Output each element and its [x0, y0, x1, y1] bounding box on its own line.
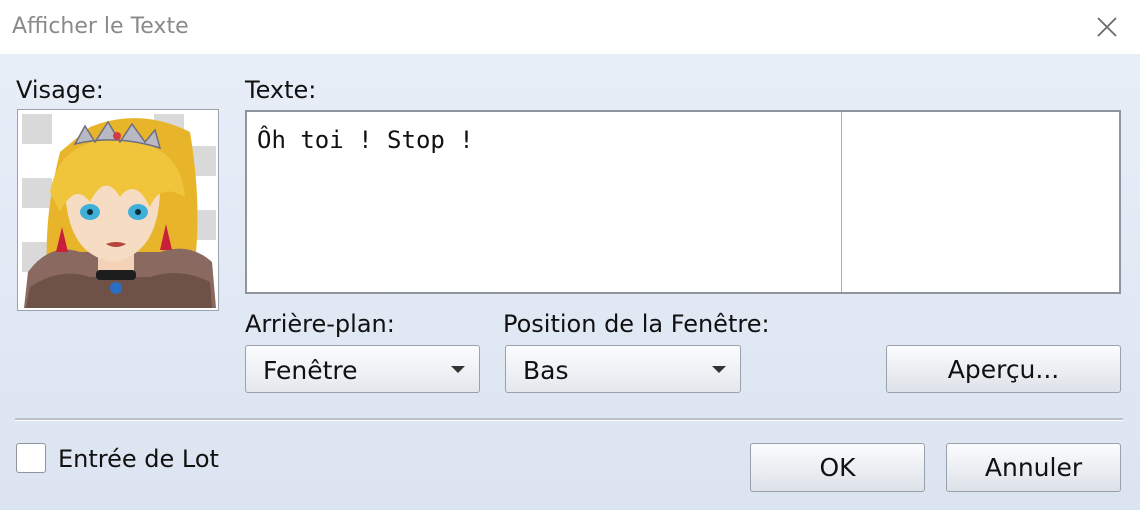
- batch-entry-label: Entrée de Lot: [58, 445, 219, 473]
- text-label: Texte:: [245, 76, 317, 104]
- title-bar: Afficher le Texte: [0, 0, 1140, 54]
- background-label: Arrière-plan:: [245, 310, 395, 338]
- separator: [15, 418, 1123, 421]
- chevron-down-icon: [712, 366, 726, 373]
- close-button[interactable]: [1090, 10, 1124, 44]
- character-portrait-icon: [22, 114, 216, 308]
- close-icon: [1097, 17, 1117, 37]
- chevron-down-icon: [451, 366, 465, 373]
- face-label: Visage:: [16, 76, 104, 104]
- position-label: Position de la Fenêtre:: [503, 310, 770, 338]
- position-value: Bas: [523, 356, 569, 385]
- message-textarea[interactable]: Ôh toi ! Stop !: [245, 110, 1121, 294]
- message-text: Ôh toi ! Stop !: [257, 126, 474, 154]
- text-width-guide: [841, 112, 842, 292]
- batch-entry-checkbox[interactable]: [16, 443, 46, 473]
- background-value: Fenêtre: [263, 356, 358, 385]
- cancel-button[interactable]: Annuler: [946, 443, 1121, 492]
- background-select[interactable]: Fenêtre: [245, 345, 480, 393]
- face-selector[interactable]: [17, 109, 219, 311]
- ok-button[interactable]: OK: [750, 443, 925, 492]
- preview-button[interactable]: Aperçu...: [886, 345, 1121, 393]
- position-select[interactable]: Bas: [505, 345, 741, 393]
- window-title: Afficher le Texte: [12, 14, 189, 39]
